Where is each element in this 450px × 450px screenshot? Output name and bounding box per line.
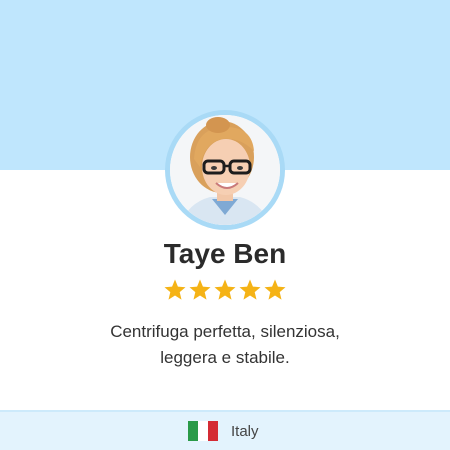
star-icon	[263, 278, 287, 302]
reviewer-photo-icon	[170, 115, 280, 225]
review-text: Centrifuga perfetta, silenziosa, leggera…	[110, 322, 340, 367]
star-rating	[0, 278, 450, 304]
country-label: Italy	[231, 423, 259, 440]
avatar	[170, 115, 280, 225]
italy-flag-icon	[188, 421, 218, 441]
reviewer-name: Taye Ben	[163, 238, 287, 269]
review-card: Taye Ben Centrifuga perfetta, silenziosa…	[0, 0, 450, 450]
star-icon	[238, 278, 262, 302]
flag-stripe-red	[208, 421, 218, 441]
star-icon	[213, 278, 237, 302]
avatar-ring	[165, 110, 285, 230]
star-icon	[188, 278, 212, 302]
flag-stripe-white	[198, 421, 208, 441]
flag-stripe-green	[188, 421, 198, 441]
star-icon	[163, 278, 187, 302]
country-footer: Italy	[0, 410, 450, 450]
